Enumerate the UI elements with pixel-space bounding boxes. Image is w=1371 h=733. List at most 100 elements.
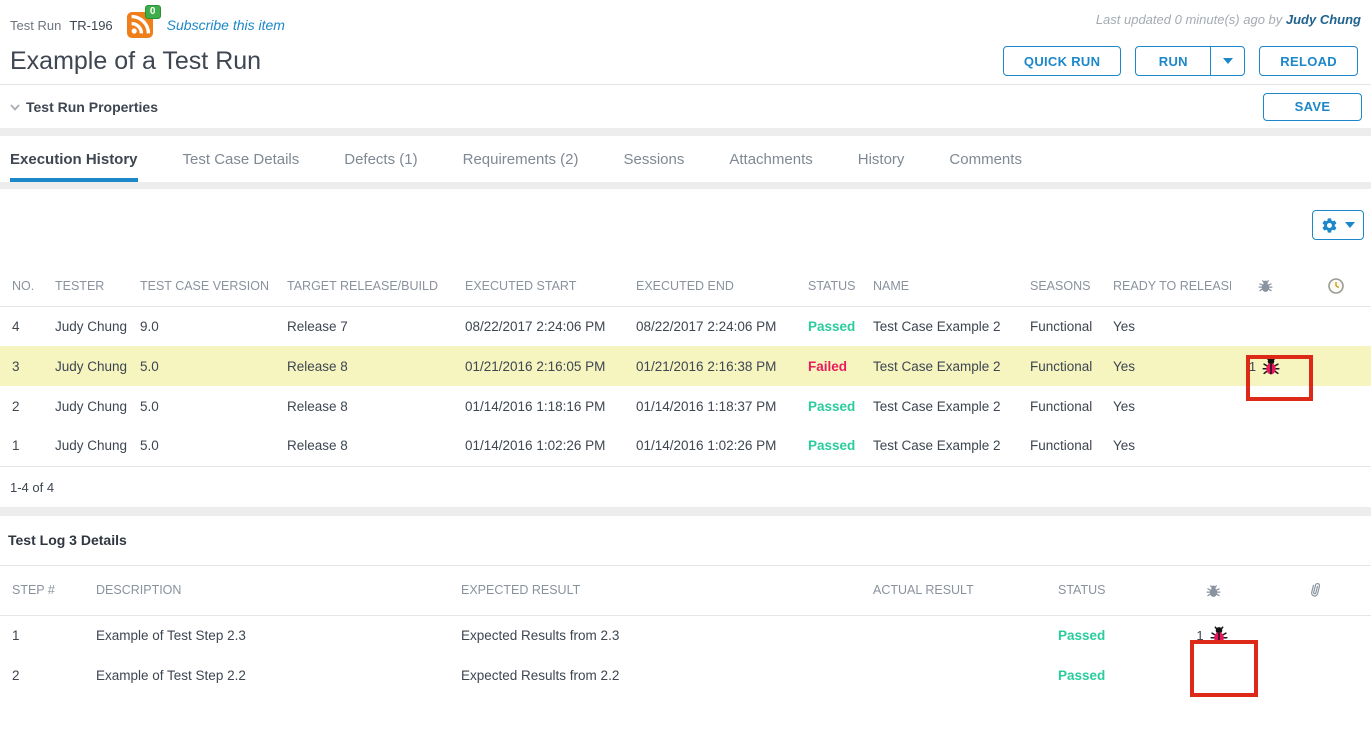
step-row-1[interactable]: 1 Example of Test Step 2.3 Expected Resu… bbox=[0, 615, 1371, 655]
tab-requirements[interactable]: Requirements (2) bbox=[463, 136, 579, 182]
clock-icon bbox=[1328, 278, 1344, 294]
col-start[interactable]: EXECUTED START bbox=[455, 266, 626, 306]
properties-title: Test Run Properties bbox=[26, 99, 158, 115]
defect-count[interactable]: 1 bbox=[1196, 628, 1203, 643]
cell-target: Release 8 bbox=[277, 386, 455, 426]
cell-no: 3 bbox=[0, 346, 45, 386]
cell-target: Release 7 bbox=[277, 306, 455, 346]
cell-seasons: Functional bbox=[1020, 386, 1103, 426]
execution-row-4[interactable]: 4 Judy Chung 9.0 Release 7 08/22/2017 2:… bbox=[0, 306, 1371, 346]
cell-defects[interactable]: 1 bbox=[1231, 346, 1300, 386]
execution-row-2[interactable]: 2 Judy Chung 5.0 Release 8 01/14/2016 1:… bbox=[0, 386, 1371, 426]
table-settings-button[interactable] bbox=[1312, 210, 1364, 240]
cell-no: 2 bbox=[0, 386, 45, 426]
cell-version: 9.0 bbox=[130, 306, 277, 346]
cell-start: 08/22/2017 2:24:06 PM bbox=[455, 306, 626, 346]
col-defects[interactable] bbox=[1231, 266, 1300, 306]
tab-test-case-details[interactable]: Test Case Details bbox=[183, 136, 300, 182]
cell-defects bbox=[1231, 386, 1300, 426]
col-attachments[interactable] bbox=[1258, 565, 1371, 615]
last-updated-user[interactable]: Judy Chung bbox=[1286, 12, 1361, 27]
rss-count-badge: 0 bbox=[145, 5, 161, 19]
chevron-down-icon bbox=[1223, 58, 1233, 64]
cell-target: Release 8 bbox=[277, 426, 455, 466]
cell-attachments bbox=[1258, 655, 1371, 695]
run-button[interactable]: RUN bbox=[1136, 47, 1210, 75]
cell-expected: Expected Results from 2.2 bbox=[451, 655, 863, 695]
subscribe-link[interactable]: Subscribe this item bbox=[167, 17, 285, 33]
test-steps-table: STEP # DESCRIPTION EXPECTED RESULT ACTUA… bbox=[0, 565, 1371, 696]
chevron-down-icon bbox=[8, 100, 22, 114]
col-target[interactable]: TARGET RELEASE/BUILD bbox=[277, 266, 455, 306]
tab-bar: Execution History Test Case Details Defe… bbox=[0, 136, 1371, 182]
run-dropdown-button[interactable] bbox=[1211, 47, 1244, 75]
properties-toggle[interactable]: Test Run Properties bbox=[8, 99, 158, 115]
execution-row-3-selected[interactable]: 3 Judy Chung 5.0 Release 8 01/21/2016 2:… bbox=[0, 346, 1371, 386]
cell-tester: Judy Chung bbox=[45, 346, 130, 386]
col-defects[interactable] bbox=[1168, 565, 1258, 615]
section-divider bbox=[0, 507, 1371, 516]
cell-version: 5.0 bbox=[130, 346, 277, 386]
save-button[interactable]: SAVE bbox=[1263, 93, 1362, 121]
status-badge: Passed bbox=[798, 426, 863, 466]
cell-time bbox=[1300, 346, 1371, 386]
step-row-2[interactable]: 2 Example of Test Step 2.2 Expected Resu… bbox=[0, 655, 1371, 695]
col-status[interactable]: STATUS bbox=[1048, 565, 1168, 615]
gear-icon bbox=[1321, 217, 1338, 234]
tab-attachments[interactable]: Attachments bbox=[729, 136, 812, 182]
col-execution-time[interactable] bbox=[1300, 266, 1371, 306]
cell-description: Example of Test Step 2.2 bbox=[86, 655, 451, 695]
tab-comments[interactable]: Comments bbox=[949, 136, 1022, 182]
cell-tester: Judy Chung bbox=[45, 306, 130, 346]
cell-name: Test Case Example 2 bbox=[863, 386, 1020, 426]
cell-version: 5.0 bbox=[130, 386, 277, 426]
col-status[interactable]: STATUS bbox=[798, 266, 863, 306]
page-header: Test Run TR-196 0 Subscribe this item La… bbox=[0, 0, 1371, 84]
col-description[interactable]: DESCRIPTION bbox=[86, 565, 451, 615]
bug-icon bbox=[1256, 276, 1275, 295]
chevron-down-icon bbox=[1345, 222, 1355, 228]
cell-seasons: Functional bbox=[1020, 346, 1103, 386]
cell-tester: Judy Chung bbox=[45, 386, 130, 426]
cell-name: Test Case Example 2 bbox=[863, 346, 1020, 386]
cell-ready: Yes bbox=[1103, 426, 1231, 466]
run-split-button[interactable]: RUN bbox=[1135, 46, 1245, 76]
cell-attachments bbox=[1258, 615, 1371, 655]
reload-button[interactable]: RELOAD bbox=[1259, 46, 1358, 76]
defect-count[interactable]: 1 bbox=[1249, 359, 1256, 374]
execution-row-1[interactable]: 1 Judy Chung 5.0 Release 8 01/14/2016 1:… bbox=[0, 426, 1371, 466]
cell-version: 5.0 bbox=[130, 426, 277, 466]
cell-ready: Yes bbox=[1103, 386, 1231, 426]
page-title: Example of a Test Run bbox=[10, 47, 261, 76]
col-tester[interactable]: TESTER bbox=[45, 266, 130, 306]
col-ready[interactable]: READY TO RELEASE? bbox=[1103, 266, 1231, 306]
cell-expected: Expected Results from 2.3 bbox=[451, 615, 863, 655]
col-no[interactable]: NO. bbox=[0, 266, 45, 306]
cell-defects[interactable]: 1 bbox=[1168, 615, 1258, 655]
col-name[interactable]: NAME bbox=[863, 266, 1020, 306]
col-end[interactable]: EXECUTED END bbox=[626, 266, 798, 306]
cell-name: Test Case Example 2 bbox=[863, 426, 1020, 466]
cell-time bbox=[1300, 306, 1371, 346]
col-expected[interactable]: EXPECTED RESULT bbox=[451, 565, 863, 615]
cell-end: 01/14/2016 1:02:26 PM bbox=[626, 426, 798, 466]
tab-divider bbox=[0, 182, 1371, 189]
status-badge: Passed bbox=[1048, 655, 1168, 695]
tab-defects[interactable]: Defects (1) bbox=[344, 136, 417, 182]
tab-sessions[interactable]: Sessions bbox=[624, 136, 685, 182]
pagination-text: 1-4 of 4 bbox=[0, 467, 1371, 507]
cell-end: 01/14/2016 1:18:37 PM bbox=[626, 386, 798, 426]
rss-subscribe-icon[interactable]: 0 bbox=[127, 12, 153, 38]
tab-execution-history[interactable]: Execution History bbox=[10, 136, 138, 182]
cell-name: Test Case Example 2 bbox=[863, 306, 1020, 346]
col-actual[interactable]: ACTUAL RESULT bbox=[863, 565, 1048, 615]
cell-ready: Yes bbox=[1103, 346, 1231, 386]
tab-history[interactable]: History bbox=[858, 136, 905, 182]
cell-ready: Yes bbox=[1103, 306, 1231, 346]
test-log-details-title: Test Log 3 Details bbox=[0, 516, 1371, 565]
col-step[interactable]: STEP # bbox=[0, 565, 86, 615]
col-seasons[interactable]: SEASONS bbox=[1020, 266, 1103, 306]
quick-run-button[interactable]: QUICK RUN bbox=[1003, 46, 1121, 76]
cell-actual bbox=[863, 615, 1048, 655]
col-version[interactable]: TEST CASE VERSION bbox=[130, 266, 277, 306]
